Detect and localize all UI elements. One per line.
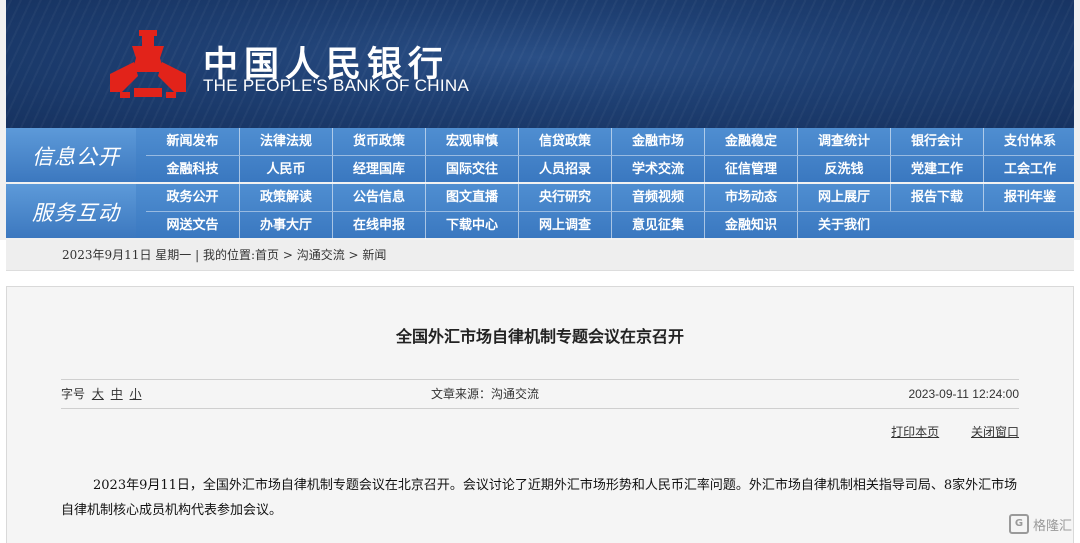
nav-row: 网送文告 办事大厅 在线申报 下载中心 网上调查 意见征集 金融知识 关于我们 bbox=[146, 211, 1074, 239]
nav-item[interactable]: 市场动态 bbox=[704, 184, 797, 211]
nav-item[interactable]: 法律法规 bbox=[239, 128, 332, 155]
breadcrumb-current-link[interactable]: 新闻 bbox=[362, 248, 386, 262]
nav-item[interactable]: 征信管理 bbox=[704, 156, 797, 183]
nav-item[interactable]: 金融知识 bbox=[704, 212, 797, 239]
nav-row: 金融科技 人民币 经理国库 国际交往 人员招录 学术交流 征信管理 反洗钱 党建… bbox=[146, 155, 1076, 183]
watermark-text: 格隆汇 bbox=[1032, 518, 1072, 534]
nav-item[interactable]: 网上调查 bbox=[518, 212, 611, 239]
nav-item[interactable]: 关于我们 bbox=[797, 212, 890, 239]
nav-item[interactable]: 央行研究 bbox=[518, 184, 611, 211]
nav-item[interactable]: 信贷政策 bbox=[518, 128, 611, 155]
nav-row: 新闻发布 法律法规 货币政策 宏观审慎 信贷政策 金融市场 金融稳定 调查统计 … bbox=[146, 128, 1074, 155]
nav-item[interactable]: 金融稳定 bbox=[704, 128, 797, 155]
breadcrumb-separator: | bbox=[191, 248, 203, 262]
font-size-label: 字号 bbox=[61, 387, 86, 401]
nav-item[interactable]: 意见征集 bbox=[611, 212, 704, 239]
nav-item[interactable]: 支付体系 bbox=[983, 128, 1076, 155]
nav-section-title: 信息公开 bbox=[32, 145, 120, 169]
article-datetime: 2023-09-11 12:24:00 bbox=[908, 387, 1019, 401]
font-size-controls: 字号 大 中 小 bbox=[61, 380, 142, 408]
close-window-link[interactable]: 关闭窗口 bbox=[971, 425, 1019, 439]
article-source: 文章来源：沟通交流 bbox=[431, 387, 540, 401]
article-meta-bar: 字号 大 中 小 文章来源：沟通交流 2023-09-11 12:24:00 bbox=[61, 379, 1019, 409]
breadcrumb-arrow: > bbox=[344, 248, 363, 262]
nav-item[interactable]: 党建工作 bbox=[890, 156, 983, 183]
nav-item[interactable]: 网送文告 bbox=[146, 212, 239, 239]
breadcrumb-inner: 2023年9月11日 星期一 | 我的位置:首页 > 沟通交流 > 新闻 bbox=[62, 240, 386, 270]
nav-row: 政务公开 政策解读 公告信息 图文直播 央行研究 音频视频 市场动态 网上展厅 … bbox=[146, 184, 1074, 211]
nav-section-title: 服务互动 bbox=[32, 201, 120, 225]
current-date: 2023年9月11日 星期一 bbox=[62, 248, 192, 262]
nav-item[interactable]: 下载中心 bbox=[425, 212, 518, 239]
nav-item[interactable]: 音频视频 bbox=[611, 184, 704, 211]
breadcrumb-home-link[interactable]: 首页 bbox=[255, 248, 279, 262]
site-banner: 中国人民银行 THE PEOPLE'S BANK OF CHINA bbox=[0, 0, 1080, 128]
nav-item[interactable]: 金融科技 bbox=[146, 156, 239, 183]
article-container: 全国外汇市场自律机制专题会议在京召开 字号 大 中 小 文章来源：沟通交流 20… bbox=[6, 286, 1074, 543]
nav-item[interactable]: 办事大厅 bbox=[239, 212, 332, 239]
nav-section-info-header: 信息公开 bbox=[6, 128, 136, 182]
watermark: G 格隆汇 bbox=[1008, 512, 1072, 536]
nav-section-service: 服务互动 政务公开 政策解读 公告信息 图文直播 央行研究 音频视频 市场动态 … bbox=[6, 184, 1074, 239]
nav-section-service-header: 服务互动 bbox=[6, 184, 136, 238]
article-body-paragraph: 2023年9月11日，全国外汇市场自律机制专题会议在北京召开。会议讨论了近期外汇… bbox=[61, 478, 1018, 518]
font-small-link[interactable]: 小 bbox=[130, 387, 142, 401]
nav-item[interactable]: 工会工作 bbox=[983, 156, 1076, 183]
print-page-link[interactable]: 打印本页 bbox=[891, 425, 939, 439]
breadcrumb-arrow: > bbox=[279, 248, 297, 262]
location-prefix: 我的位置: bbox=[202, 248, 255, 262]
main-navigation: 信息公开 新闻发布 法律法规 货币政策 宏观审慎 信贷政策 金融市场 金融稳定 … bbox=[0, 128, 1080, 240]
font-large-link[interactable]: 大 bbox=[92, 387, 104, 401]
pboc-emblem-icon[interactable] bbox=[108, 28, 188, 100]
nav-item[interactable]: 金融市场 bbox=[611, 128, 704, 155]
nav-item[interactable]: 银行会计 bbox=[890, 128, 983, 155]
nav-item[interactable]: 人民币 bbox=[239, 156, 332, 183]
nav-item[interactable]: 政务公开 bbox=[146, 184, 239, 211]
nav-item[interactable]: 反洗钱 bbox=[797, 156, 890, 183]
breadcrumb-section-link[interactable]: 沟通交流 bbox=[297, 248, 345, 262]
nav-section-info: 信息公开 新闻发布 法律法规 货币政策 宏观审慎 信贷政策 金融市场 金融稳定 … bbox=[6, 128, 1076, 183]
article-title: 全国外汇市场自律机制专题会议在京召开 bbox=[395, 327, 684, 346]
nav-item[interactable]: 宏观审慎 bbox=[425, 128, 518, 155]
nav-item[interactable]: 报刊年鉴 bbox=[983, 184, 1076, 211]
nav-item[interactable]: 经理国库 bbox=[332, 156, 425, 183]
nav-item[interactable]: 公告信息 bbox=[332, 184, 425, 211]
logo-english-name[interactable]: THE PEOPLE'S BANK OF CHINA bbox=[203, 76, 469, 96]
watermark-logo-icon: G bbox=[1008, 514, 1029, 534]
nav-item[interactable]: 图文直播 bbox=[425, 184, 518, 211]
banner-left-frame bbox=[0, 0, 6, 128]
nav-item[interactable]: 政策解读 bbox=[239, 184, 332, 211]
breadcrumb: 2023年9月11日 星期一 | 我的位置:首页 > 沟通交流 > 新闻 bbox=[6, 240, 1074, 271]
nav-item[interactable]: 报告下载 bbox=[890, 184, 983, 211]
nav-item[interactable]: 网上展厅 bbox=[797, 184, 890, 211]
nav-item[interactable]: 货币政策 bbox=[332, 128, 425, 155]
font-medium-link[interactable]: 中 bbox=[111, 387, 123, 401]
article-tools: 打印本页 关闭窗口 bbox=[863, 423, 1019, 440]
nav-item[interactable]: 调查统计 bbox=[797, 128, 890, 155]
nav-item[interactable]: 国际交往 bbox=[425, 156, 518, 183]
nav-item[interactable]: 新闻发布 bbox=[146, 128, 239, 155]
banner-right-frame bbox=[1074, 0, 1080, 128]
nav-item[interactable]: 人员招录 bbox=[518, 156, 611, 183]
nav-item[interactable]: 学术交流 bbox=[611, 156, 704, 183]
nav-item[interactable]: 在线申报 bbox=[332, 212, 425, 239]
